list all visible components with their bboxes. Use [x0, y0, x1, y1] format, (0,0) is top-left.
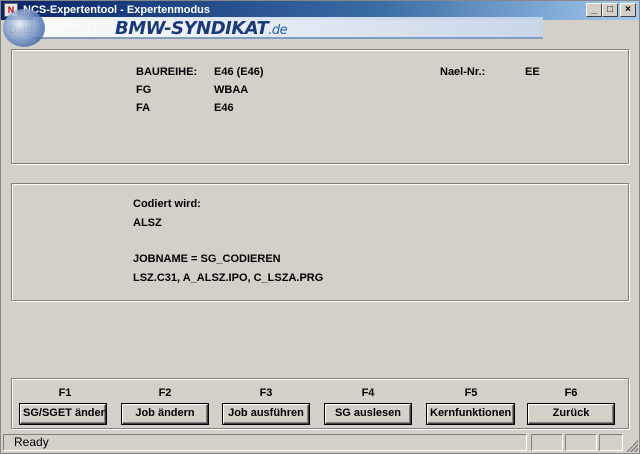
fa-value: E46	[214, 102, 234, 114]
codiert-label: Codiert wird:	[133, 198, 201, 210]
title-bar[interactable]: N NCS-Expertentool - Expertenmodus _ □ ×	[1, 1, 639, 20]
main-window: N NCS-Expertentool - Expertenmodus _ □ ×…	[0, 0, 640, 454]
fg-label: FG	[136, 84, 152, 96]
menu-hilfe[interactable]: Hilfe	[91, 24, 113, 36]
baureihe-value: E46 (E46)	[214, 66, 264, 78]
maximize-icon[interactable]: □	[602, 3, 618, 17]
job-files-line: LSZ.C31, A_ALSZ.IPO, C_LSZA.PRG	[133, 272, 324, 284]
minimize-icon[interactable]: _	[586, 3, 602, 17]
coding-panel: Codiert wird: ALSZ JOBNAME = SG_CODIEREN…	[11, 183, 629, 301]
f1-label: F1	[58, 387, 72, 399]
nael-label: Nael-Nr.:	[440, 66, 486, 78]
menu-anzeige[interactable]: Anzeige	[45, 24, 85, 36]
baureihe-label: BAUREIHE:	[136, 66, 198, 78]
fa-label: FA	[136, 102, 151, 114]
status-text: Ready	[3, 434, 527, 451]
sg-auslesen-button[interactable]: SG auslesen	[324, 403, 412, 425]
status-pane-3	[599, 434, 623, 451]
f6-label: F6	[564, 387, 578, 399]
menu-datei[interactable]: Datei	[9, 24, 35, 36]
menu-bar: Datei Anzeige Hilfe	[1, 20, 639, 39]
f2-label: F2	[158, 387, 172, 399]
close-icon[interactable]: ×	[620, 3, 636, 17]
fg-value: WBAA	[214, 84, 249, 96]
window-title: NCS-Expertentool - Expertenmodus	[23, 4, 211, 16]
status-pane-1	[531, 434, 563, 451]
ncs-app-icon[interactable]: N	[4, 3, 18, 17]
resize-grip-icon[interactable]	[626, 440, 638, 452]
vehicle-info-panel: BAUREIHE: E46 (E46) FG WBAA FA E46 Nael-…	[11, 49, 629, 164]
f4-label: F4	[361, 387, 375, 399]
status-bar: Ready	[1, 432, 639, 453]
job-aendern-button[interactable]: Job ändern	[121, 403, 209, 425]
codiert-value: ALSZ	[133, 217, 162, 229]
jobname-line: JOBNAME = SG_CODIEREN	[133, 253, 281, 265]
status-pane-2	[565, 434, 597, 451]
kernfunktionen-button[interactable]: Kernfunktionen	[426, 403, 515, 425]
function-key-panel: F1 F2 F3 F4 F5 F6 SG/SGET ändern Job änd…	[11, 378, 629, 429]
sg-sget-aendern-button[interactable]: SG/SGET ändern	[19, 403, 107, 425]
f3-label: F3	[259, 387, 273, 399]
f5-label: F5	[464, 387, 478, 399]
zurueck-button[interactable]: Zurück	[527, 403, 615, 425]
nael-value: EE	[525, 66, 540, 78]
job-ausfuehren-button[interactable]: Job ausführen	[222, 403, 310, 425]
